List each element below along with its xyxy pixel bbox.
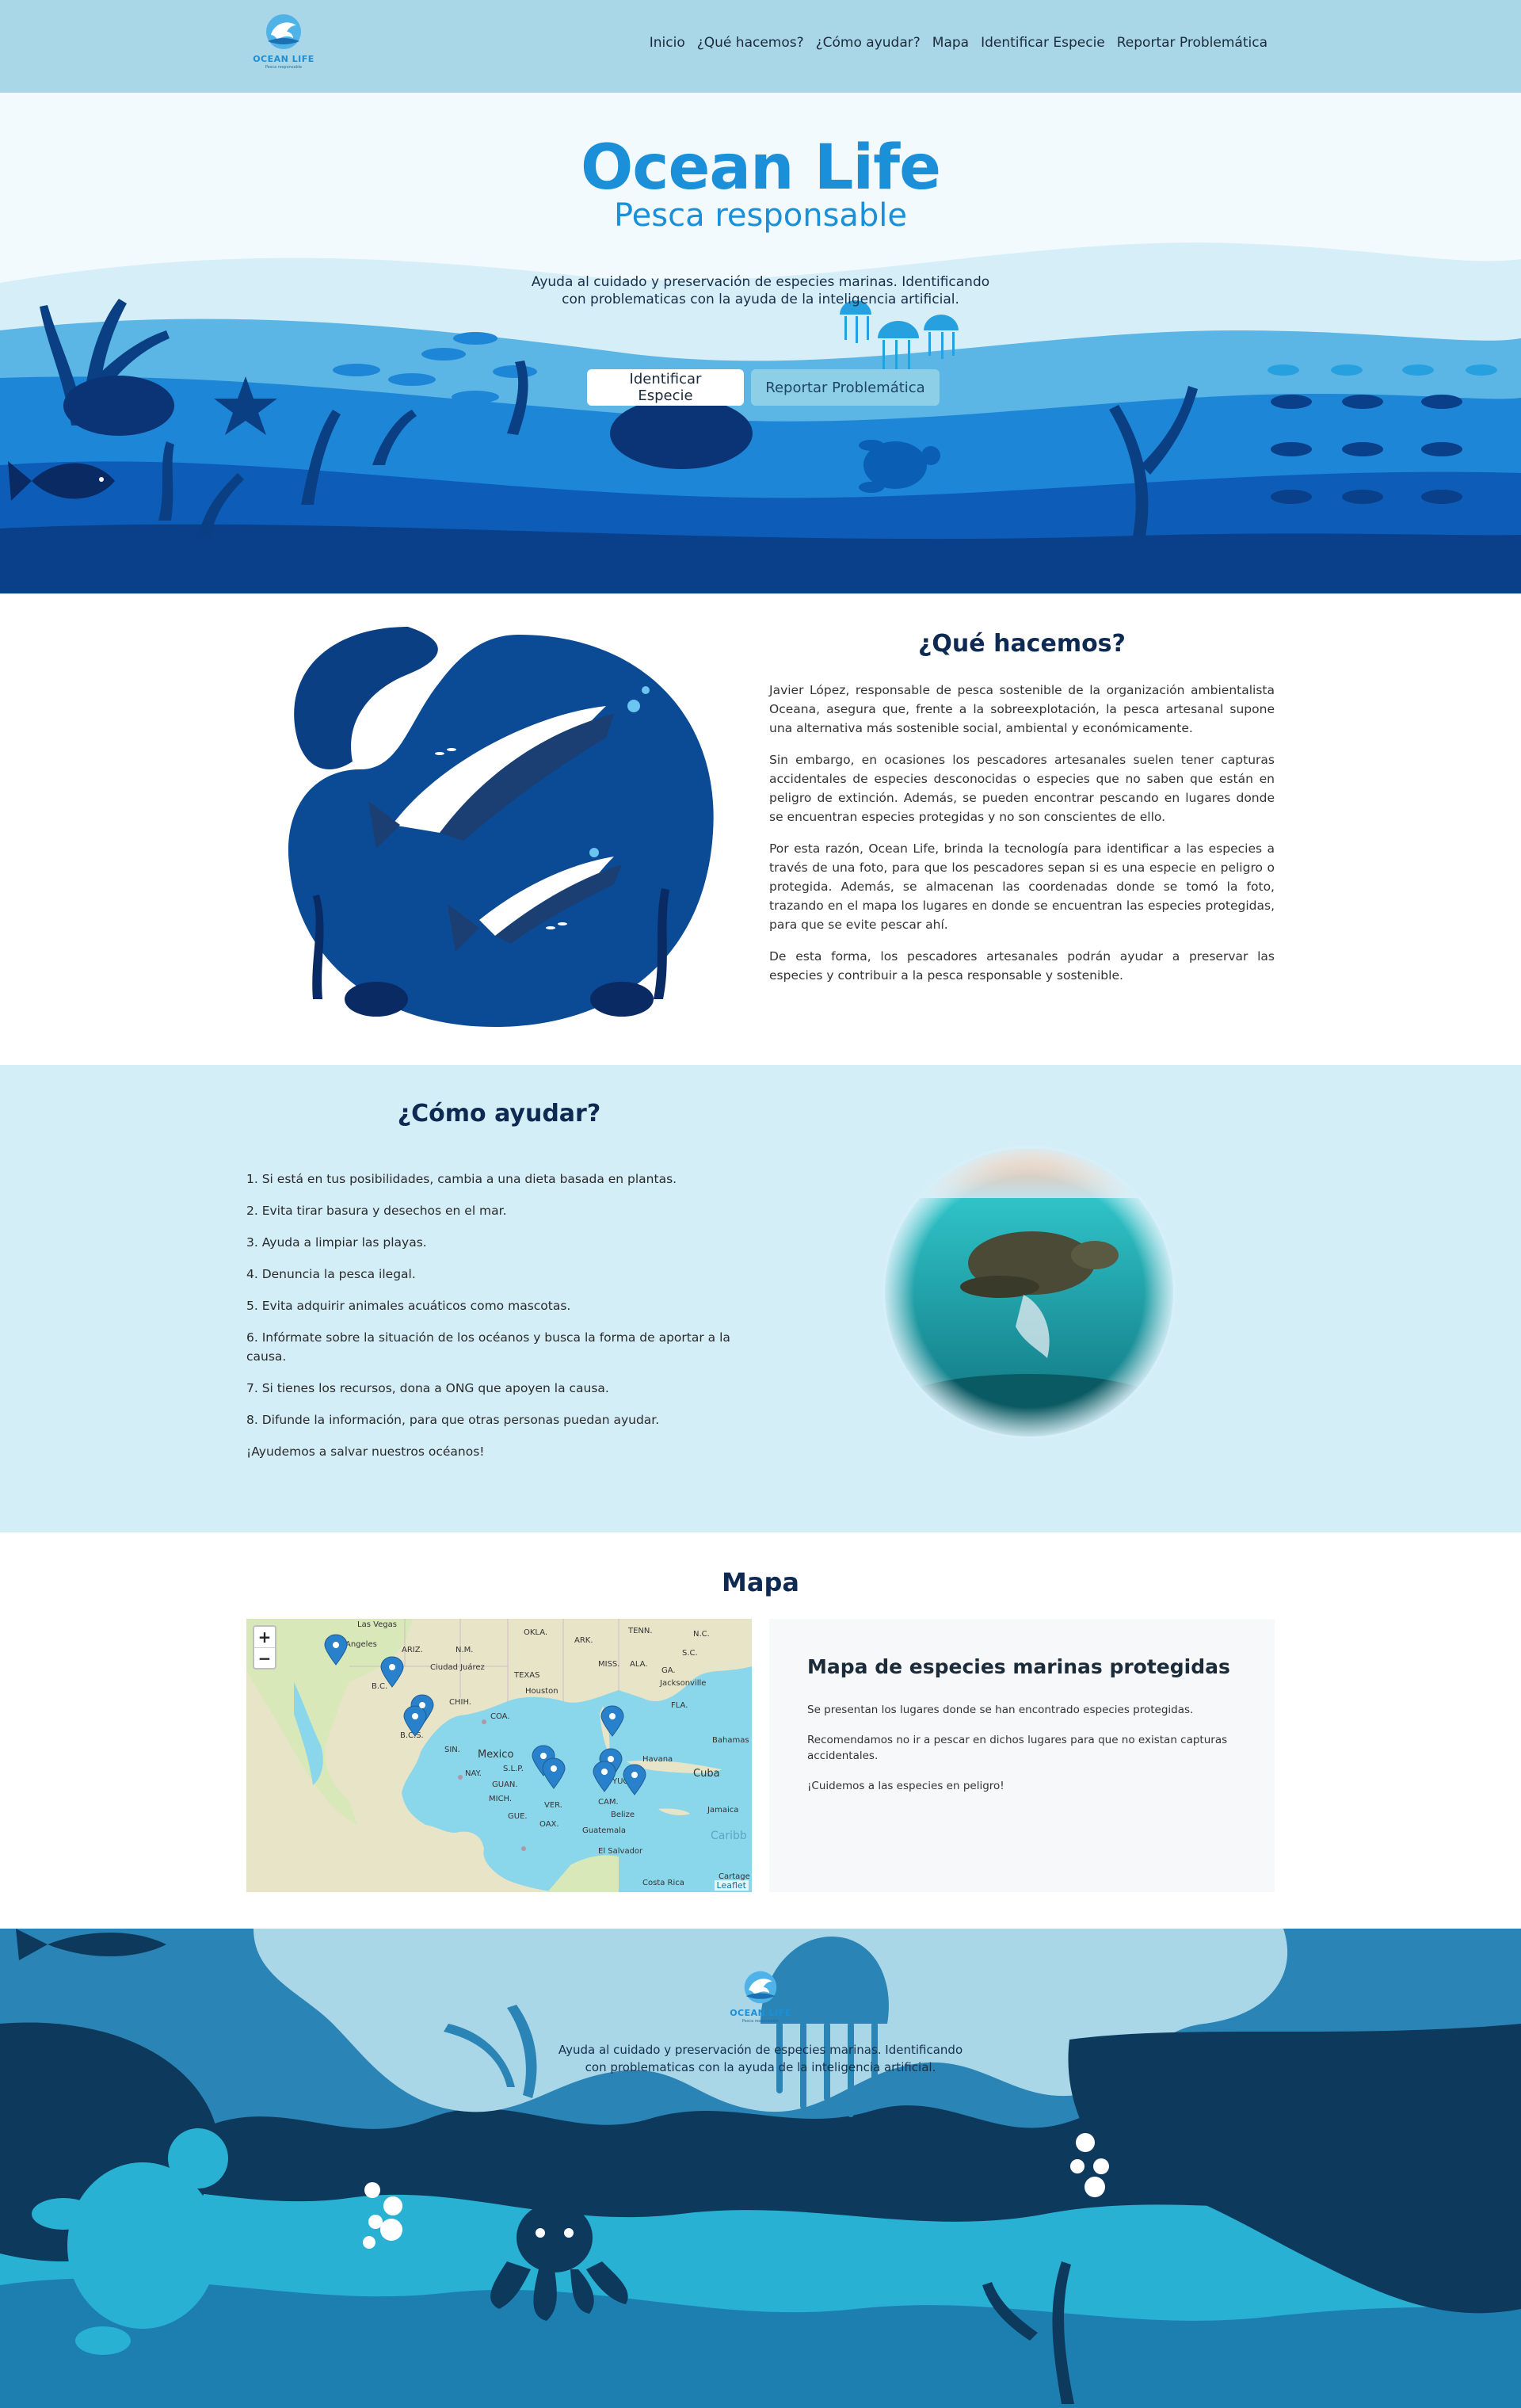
map-marker-icon xyxy=(542,1757,566,1789)
nav-link-que-hacemos[interactable]: ¿Qué hacemos? xyxy=(697,35,804,51)
top-nav: OCEAN LIFE Pesca responsable Inicio ¿Qué… xyxy=(0,0,1521,93)
list-item: 6. Infórmate sobre la situación de los o… xyxy=(246,1330,730,1364)
nav-link-como-ayudar[interactable]: ¿Cómo ayudar? xyxy=(816,35,921,51)
brand-name: OCEAN LIFE xyxy=(730,2008,791,2018)
map-info-panel: Mapa de especies marinas protegidas Se p… xyxy=(769,1619,1275,1892)
species-map[interactable]: Las Vegas Angeles ARIZ. N.M. OKLA. ARK. … xyxy=(246,1619,752,1892)
list-item: 7. Si tienes los recursos, dona a ONG qu… xyxy=(246,1381,609,1395)
como-ayudar-section: ¿Cómo ayudar? 1. Si está en tus posibili… xyxy=(0,1065,1521,1532)
que-hacemos-paragraph: Javier López, responsable de pesca soste… xyxy=(769,683,1275,735)
hero-description: Ayuda al cuidado y preservación de espec… xyxy=(531,274,990,307)
map-marker-icon xyxy=(403,1705,427,1737)
hero-subtitle: Pesca responsable xyxy=(613,197,908,234)
map-info-title: Mapa de especies marinas protegidas xyxy=(807,1655,1230,1678)
footer-description: Ayuda al cuidado y preservación de espec… xyxy=(558,2043,963,2074)
que-hacemos-paragraph: De esta forma, los pescadores artesanale… xyxy=(769,949,1275,983)
nav-link-reportar-problematica[interactable]: Reportar Problemática xyxy=(1117,35,1268,51)
shark-illustration xyxy=(288,627,714,1027)
brand-tagline: Pesca responsable xyxy=(265,65,303,70)
nav-link-identificar-especie[interactable]: Identificar Especie xyxy=(981,35,1105,51)
map-info-paragraph: ¡Cuidemos a las especies en peligro! xyxy=(807,1780,1004,1792)
zoom-in-button[interactable]: + xyxy=(254,1627,275,1647)
como-ayudar-title: ¿Cómo ayudar? xyxy=(397,1100,601,1128)
list-item: 4. Denuncia la pesca ilegal. xyxy=(246,1267,416,1281)
dolphin-logo-icon xyxy=(744,1971,777,2004)
hero-title: Ocean Life xyxy=(580,132,941,204)
list-item: ¡Ayudemos a salvar nuestros océanos! xyxy=(246,1444,485,1459)
list-item: 1. Si está en tus posibilidades, cambia … xyxy=(246,1172,677,1186)
nav-link-inicio[interactable]: Inicio xyxy=(650,35,685,51)
list-item: 8. Difunde la información, para que otra… xyxy=(246,1413,660,1427)
footer: OCEAN LIFE Pesca responsable Ayuda al cu… xyxy=(0,1929,1521,2408)
turtle-plastic-photo xyxy=(882,1145,1176,1440)
que-hacemos-text: Javier López, responsable de pesca soste… xyxy=(769,681,1275,998)
hero-section: Ocean Life Pesca responsable Ayuda al cu… xyxy=(0,93,1521,593)
list-item: 5. Evita adquirir animales acuáticos com… xyxy=(246,1299,571,1313)
como-ayudar-list: 1. Si está en tus posibilidades, cambia … xyxy=(246,1170,761,1474)
map-info-text: Se presentan los lugares donde se han en… xyxy=(807,1702,1251,1808)
que-hacemos-paragraph: Por esta razón, Ocean Life, brinda la te… xyxy=(769,841,1275,932)
zoom-out-button[interactable]: − xyxy=(254,1647,275,1668)
nav-link-mapa[interactable]: Mapa xyxy=(932,35,969,51)
brand-name: OCEAN LIFE xyxy=(253,54,314,64)
map-marker-icon xyxy=(593,1761,616,1792)
report-problem-button[interactable]: Reportar Problemática xyxy=(751,369,940,406)
que-hacemos-section: ¿Qué hacemos? Javier López, responsable … xyxy=(0,593,1521,1065)
map-markers[interactable] xyxy=(246,1619,752,1892)
map-info-paragraph: Recomendamos no ir a pescar en dichos lu… xyxy=(807,1734,1228,1762)
dolphin-logo-icon xyxy=(266,14,301,49)
map-zoom-control: + − xyxy=(253,1625,276,1670)
mapa-section: Mapa Las Vegas Angeles ARIZ. N.M. OKLA. … xyxy=(0,1532,1521,1929)
que-hacemos-title: ¿Qué hacemos? xyxy=(918,630,1126,658)
leaflet-attribution[interactable]: Leaflet xyxy=(714,1880,749,1891)
mapa-title: Mapa xyxy=(722,1567,799,1597)
list-item: 3. Ayuda a limpiar las playas. xyxy=(246,1235,427,1250)
map-marker-icon xyxy=(623,1764,646,1796)
nav-menu: Inicio ¿Qué hacemos? ¿Cómo ayudar? Mapa … xyxy=(650,35,1268,51)
map-marker-icon xyxy=(324,1634,348,1666)
list-item: 2. Evita tirar basura y desechos en el m… xyxy=(246,1204,507,1218)
que-hacemos-paragraph: Sin embargo, en ocasiones los pescadores… xyxy=(769,753,1275,824)
map-marker-icon xyxy=(380,1656,404,1688)
footer-logo[interactable]: OCEAN LIFE Pesca responsable xyxy=(729,1968,792,2024)
brand-logo[interactable]: OCEAN LIFE Pesca responsable xyxy=(252,11,315,82)
brand-tagline: Pesca responsable xyxy=(741,2019,780,2024)
identify-species-button[interactable]: Identificar Especie xyxy=(587,369,744,406)
map-info-paragraph: Se presentan los lugares donde se han en… xyxy=(807,1704,1194,1716)
map-marker-icon xyxy=(600,1705,624,1737)
